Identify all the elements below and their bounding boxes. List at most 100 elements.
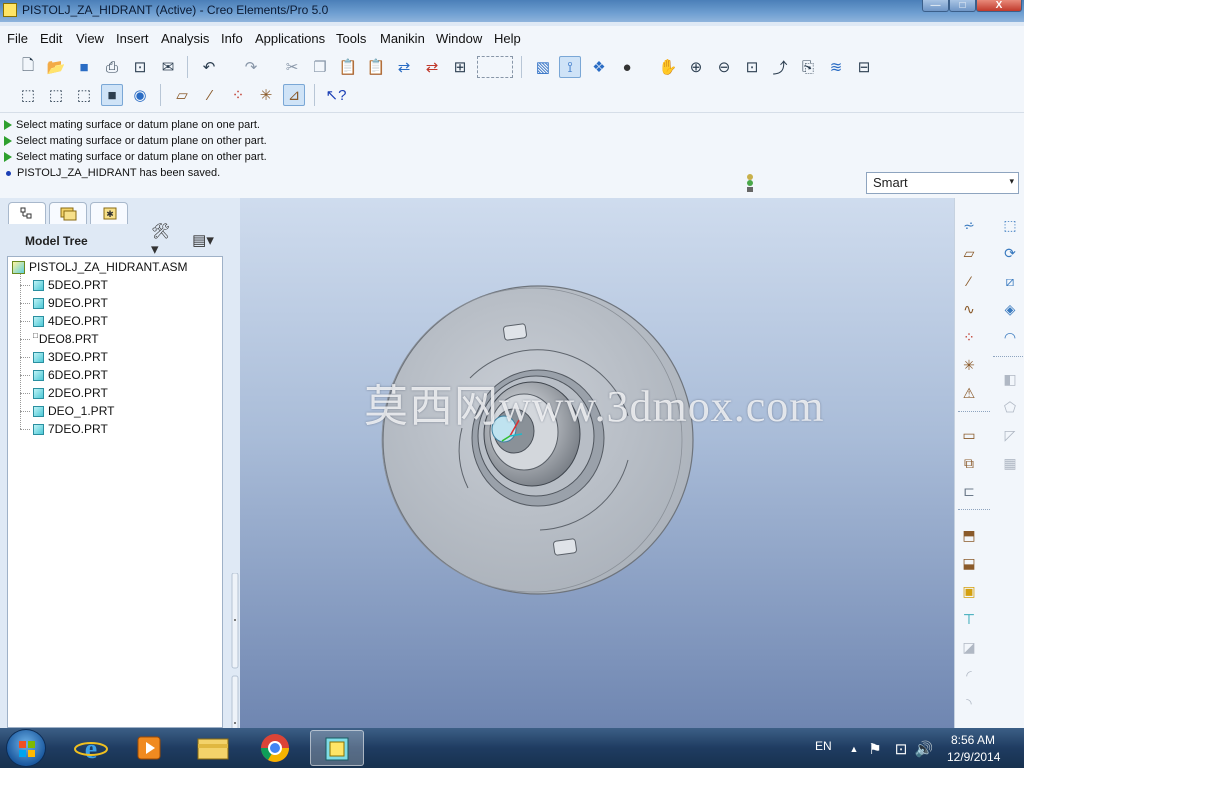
menu-info[interactable]: Info (221, 31, 243, 46)
saved-views-icon[interactable]: ⎘ (797, 56, 819, 78)
action-center-icon[interactable]: ⚑ (864, 738, 886, 760)
slot-bottom[interactable] (553, 538, 577, 556)
tree-root[interactable]: PISTOLJ_ZA_HIDRANT.ASM (12, 259, 187, 275)
pattern-icon[interactable]: ▦ (999, 452, 1021, 474)
menu-tools[interactable]: Tools (336, 31, 366, 46)
undo-icon[interactable]: ↶ (198, 56, 220, 78)
traffic-light-icon[interactable] (744, 173, 756, 193)
datum-curve-icon[interactable]: ∿ (958, 298, 980, 320)
mirror-icon[interactable]: ◧ (999, 368, 1021, 390)
close-button[interactable]: X (976, 0, 1022, 12)
tray-time[interactable]: 8:56 AM (951, 733, 995, 747)
round-icon[interactable]: ◜ (958, 664, 980, 686)
regenerate-icon[interactable]: ⇄ (393, 56, 415, 78)
tray-language[interactable]: EN (815, 739, 832, 753)
tree-item-2deo[interactable]: 2DEO.PRT (33, 385, 108, 401)
shading-icon[interactable]: ■ (101, 84, 123, 106)
tree-item-7deo[interactable]: 7DEO.PRT (33, 421, 108, 437)
datum-point-tool-icon[interactable]: ⁘ (958, 326, 980, 348)
file-explorer-icon[interactable] (186, 730, 240, 766)
flexible-icon[interactable]: ⊤ (958, 608, 980, 630)
slot-top[interactable] (503, 323, 527, 341)
tree-item-3deo[interactable]: 3DEO.PRT (33, 349, 108, 365)
include-icon[interactable]: ▣ (958, 580, 980, 602)
menu-insert[interactable]: Insert (116, 31, 149, 46)
chrome-icon[interactable] (248, 730, 302, 766)
copy-icon[interactable]: ❐ (309, 56, 331, 78)
enhanced-realism-icon[interactable]: ◉ (129, 84, 151, 106)
blend-icon[interactable]: ◠ (999, 326, 1021, 348)
spin-center-icon[interactable]: ⟟ (559, 56, 581, 78)
repaint-icon[interactable]: ▧ (532, 56, 554, 78)
extrude-icon[interactable]: ⧄ (999, 270, 1021, 292)
email-icon[interactable]: ✉ (157, 56, 179, 78)
menu-analysis[interactable]: Analysis (161, 31, 209, 46)
media-player-icon[interactable] (122, 730, 176, 766)
tree-item-4deo[interactable]: 4DEO.PRT (33, 313, 108, 329)
tray-expand-icon[interactable]: ▲ (843, 738, 865, 760)
coordinate-systems-icon[interactable]: ✳ (255, 84, 277, 106)
refit-icon[interactable]: ⊡ (741, 56, 763, 78)
merge-icon[interactable]: ⬠ (999, 396, 1021, 418)
component-placement-icon[interactable]: ▭ (958, 424, 980, 446)
menu-help[interactable]: Help (494, 31, 521, 46)
zoom-in-icon[interactable]: ⊕ (685, 56, 707, 78)
datum-plane-tool-icon[interactable]: ⩫ (958, 214, 980, 236)
tree-item-9deo[interactable]: 9DEO.PRT (33, 295, 108, 311)
datum-axes-icon[interactable]: ⁄ (199, 84, 221, 106)
appearance-icon[interactable]: ● (616, 56, 638, 78)
tab-model-tree[interactable] (8, 202, 46, 224)
find-icon[interactable]: ⊞ (449, 56, 471, 78)
datum-planes-icon[interactable]: ▱ (171, 84, 193, 106)
pan-icon[interactable]: ✋ (657, 56, 679, 78)
sketch-plane-icon[interactable]: ▱ (958, 242, 980, 264)
print-icon[interactable]: ⎙ (101, 56, 123, 78)
minimize-button[interactable]: — (922, 0, 949, 12)
tab-favorites[interactable]: ✱ (90, 202, 128, 224)
menu-edit[interactable]: Edit (40, 31, 62, 46)
annotation-display-icon[interactable]: ⊿ (283, 84, 305, 106)
orient-mode-icon[interactable]: ❖ (588, 56, 610, 78)
tree-show-icon[interactable]: ▤▾ (192, 229, 214, 251)
create-component-icon[interactable]: ⊏ (958, 480, 980, 502)
new-icon[interactable]: 🗋 (17, 56, 39, 78)
datum-points-icon[interactable]: ⁘ (227, 84, 249, 106)
tree-item-5deo[interactable]: 5DEO.PRT (33, 277, 108, 293)
menu-manikin[interactable]: Manikin (380, 31, 425, 46)
internet-explorer-icon[interactable]: e (64, 730, 118, 766)
start-button[interactable] (6, 729, 46, 767)
no-hidden-icon[interactable]: ⬚ (73, 84, 95, 106)
maximize-button[interactable]: □ (949, 0, 976, 12)
revolve-icon[interactable]: ⟳ (999, 242, 1021, 264)
zoom-out-icon[interactable]: ⊖ (713, 56, 735, 78)
tree-item-deo-1[interactable]: DEO_1.PRT (33, 403, 114, 419)
wireframe-icon[interactable]: ⬚ (17, 84, 39, 106)
tree-settings-icon[interactable]: 🛠▾ (151, 223, 173, 258)
menu-file[interactable]: File (7, 31, 28, 46)
network-icon[interactable]: ⊡ (890, 738, 912, 760)
view-manager-icon[interactable]: ⊟ (853, 56, 875, 78)
tray-date[interactable]: 12/9/2014 (947, 750, 1000, 764)
menu-view[interactable]: View (76, 31, 104, 46)
volume-icon[interactable]: 🔊 (913, 738, 935, 760)
creo-icon[interactable] (310, 730, 364, 766)
assemble-icon[interactable]: ⧉ (958, 452, 980, 474)
repeat-icon[interactable]: ⬒ (958, 524, 980, 546)
menu-window[interactable]: Window (436, 31, 482, 46)
print-preview-icon[interactable]: ⊡ (129, 56, 151, 78)
hole-icon[interactable]: ⬚ (999, 214, 1021, 236)
datum-axis-tool-icon[interactable]: ⁄ (958, 270, 980, 292)
select-box-icon[interactable] (477, 56, 513, 78)
sweep-icon[interactable]: ◈ (999, 298, 1021, 320)
save-icon[interactable]: ■ (73, 56, 95, 78)
redo-icon[interactable]: ↷ (240, 56, 262, 78)
trim-icon[interactable]: ◸ (999, 424, 1021, 446)
tab-folder-browser[interactable] (49, 202, 87, 224)
analysis-feature-icon[interactable]: ⚠ (958, 382, 980, 404)
hidden-line-icon[interactable]: ⬚ (45, 84, 67, 106)
coordinate-system-tool-icon[interactable]: ✳ (958, 354, 980, 376)
context-help-icon[interactable]: ↖? (325, 84, 347, 106)
menu-applications[interactable]: Applications (255, 31, 325, 46)
package-icon[interactable]: ⬓ (958, 552, 980, 574)
selection-filter-select[interactable]: Smart ▾ (866, 172, 1019, 194)
